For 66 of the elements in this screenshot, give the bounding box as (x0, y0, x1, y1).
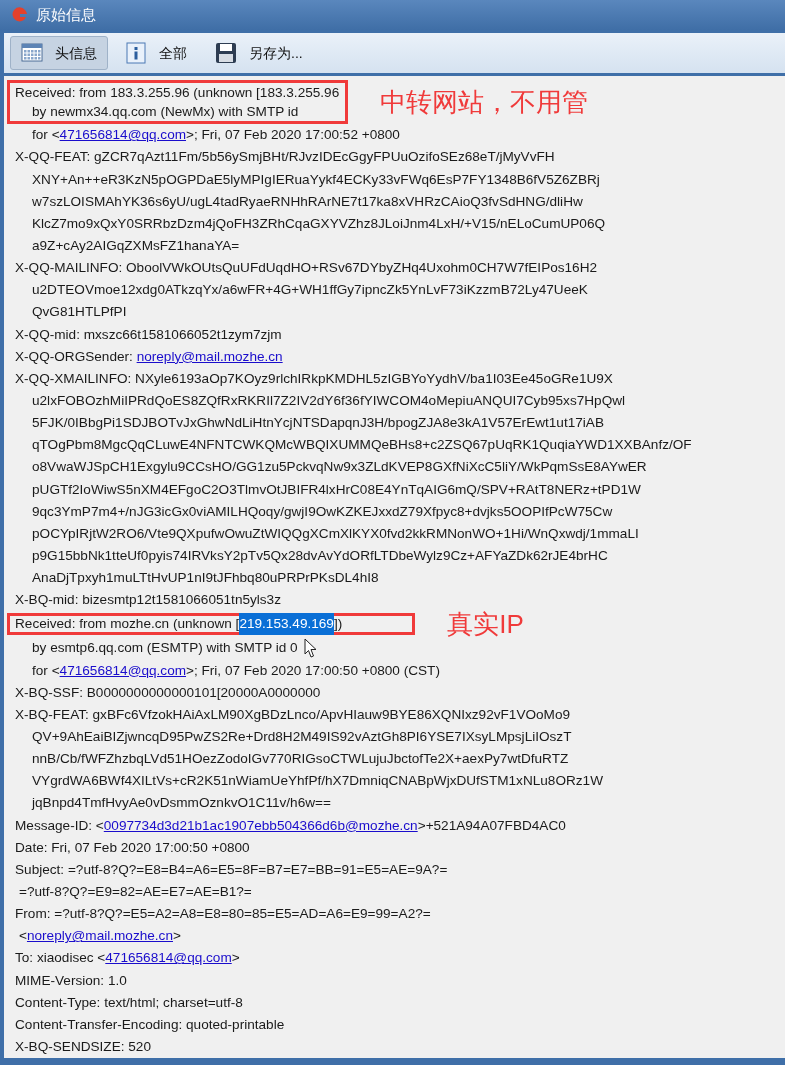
header-text: AnaDjTpxyh1muLTtHvUP1nI9tJFhbq80uPRPrPKsDL4hI8 (32, 569, 379, 588)
header-text: QvG81HTLPfPI (32, 303, 127, 322)
header-text: pOCYpIRjtW2RO6/Vte9QXpufwOwuZtWIQQgXCmXlKYX0fvd2kkRMNonWO+1Hi/WnQxwdj/1mmaLI (32, 524, 639, 543)
toolbar-button[interactable]: 头信息 (10, 36, 108, 71)
header-text: by esmtp6.qq.com (ESMTP) with SMTP id 0 (32, 639, 298, 658)
email-link[interactable]: 471656814@qq.com (105, 947, 232, 970)
header-text: >; Fri, 07 Feb 2020 17:00:52 +0800 (186, 126, 400, 145)
header-text: X-BQ-SSF: B0000000000000101[20000A0000000 (15, 683, 321, 702)
annotation-text: 中转网站，不用管 (380, 89, 589, 116)
header-text: p9G15bbNk1tteUf0pyis74IRVksY2pTv5Qx28dvAvYdORfLTDbeWylz9Cz+AFYaZDk62rJE4brHC (32, 546, 608, 565)
header-text: nnB/Cb/fWFZhzbqLVd51HOezZodoIGv770RIGsoCTWLujuJbctofTe2X+aexPy7wtDfuRTZ (32, 750, 569, 769)
header-text: >+521A94A07FBD4AC0 (417, 816, 566, 835)
header-text: 9qc3YmP7m4+/nJG3icGx0viAMILHQoqy/gwjI9OwKZKEJxxdZ79Xfpyc8+dvjks5OOPIfPcW75Cw (32, 502, 613, 521)
header-text: u2DTEOVmoe12xdg0ATkzqYx/a6wFR+4G+WH1ffGy7ipncZk5YnLvF73iKzzmB72Ly47UeeK (32, 281, 588, 300)
email-link[interactable]: noreply@mail.mozhe.cn (26, 925, 173, 948)
header-text: by newmx34.qq.com (NewMx) with SMTP id (32, 102, 299, 121)
header-text: Date: Fri, 07 Feb 2020 17:00:50 +0800 (15, 838, 250, 857)
header-text: Content-Type: text/html; charset=utf-8 (15, 993, 243, 1012)
header-text: Received: from mozhe.cn (unknown [ (15, 615, 240, 634)
header-text: pUGTf2IoWiwS5nXM4EFgoC2O3TlmvOtJBIFR4lxHrC08E4YnTqAIG6mQ/SPV+RAtT8NERz+tPD1W (32, 480, 641, 499)
header-text: X-QQ-mid: mxszc66t1581066052t1zym7zjm (15, 325, 282, 344)
header-text: u2lxFOBOzhMiIPRdQoES8ZQfRxRKRIl7Z2IV2dY6f36fYIWCOM4oMepiuANQUI7Cyb95xs7HpQwl (32, 392, 626, 410)
header-text: jqBnpd4TmfHvyAe0vDsmmOznkvO1C11v/h6w== (32, 794, 331, 813)
header-text: Message-ID: < (15, 816, 104, 835)
header-text: for < (32, 126, 60, 145)
header-text: Subject: =?utf-8?Q?=E8=B4=A6=E5=8F=B7=E7=BB=91=E5=AE=9A?= (15, 860, 448, 879)
header-text: a9Z+cAy2AIGqZXMsFZ1hanaYA= (32, 237, 240, 255)
header-text: VYgrdWA6BWf4XILtVs+cR2K51nWiamUeYhfPf/hX7DmniqCNABpWjxDUfSTM1xNLu8ORz1W (32, 772, 603, 791)
header-text: < (19, 927, 27, 946)
header-text: X-BQ-mid: bizesmtp12t1581066051tn5yls3z (15, 591, 281, 610)
header-text: =?utf-8?Q?=E9=82=AE=E7=AE=B1?= (19, 882, 252, 901)
header-text: X-BQ-SENDSIZE: 520 (15, 1037, 151, 1056)
selected-text: 219.153.49.169 (239, 613, 334, 636)
annotation-text: 真实IP (447, 611, 524, 638)
email-link[interactable]: 0097734d3d21b1ac1907ebb504366d6b@mozhe.cn (103, 814, 418, 837)
header-text: ]) (333, 615, 343, 634)
header-text: X-QQ-FEAT: gZCR7qAzt11Fm/5b56ySmjBHt/RJvzIDEcGgyFPUuOzifoSEz68eT/jMyVvFH (15, 148, 555, 167)
email-link[interactable]: 471656814@qq.com (59, 659, 186, 682)
header-text: To: xiaodisec < (15, 949, 106, 968)
header-text: for < (32, 661, 60, 680)
header-text: KlcZ7mo9xQxY0SRRbzDzm4jQoFH3ZRhCqaGXYVZhz8JLoiJnm4LxH/+V15/nELoCumUP06Q (32, 214, 606, 233)
header-text: >; Fri, 07 Feb 2020 17:00:50 +0800 (CST) (186, 661, 440, 680)
header-text: X-QQ-XMAILINFO: NXyle6193aOp7KOyz9rlchIRkpKMDHL5zIGBYoYydhV/ba1I03Ee45oGRe1U9X (15, 369, 613, 388)
save-icon (215, 42, 237, 65)
header-text: Received: from 183.3.255.96 (unknown [183.3.255.96 (15, 83, 340, 102)
info-icon (125, 42, 147, 65)
email-link[interactable]: 471656814@qq.com (59, 124, 186, 147)
header-text: Content-Transfer-Encoding: quoted-printable (15, 1015, 285, 1034)
header-text: o8VwaWJSpCH1Exgylu9CCsHO/GG1zu5PckvqNw9x3ZLdKVEP8GXfNiXcC5liY/WkPqmSsE8AYwER (32, 458, 647, 477)
header-text: > (231, 949, 240, 968)
toolbar-button[interactable]: 另存为... (204, 36, 314, 71)
header-text: > (173, 927, 181, 946)
header-text: w7szLOISMAhYK36s6yU/ugL4tadRyaeRNHhRArNE7t17ka8xVHRzCAioQ3fvSdHNG/dliHw (32, 192, 583, 211)
header-text: From: =?utf-8?Q?=E5=A2=A8=E8=80=85=E5=AD=A6=E9=99=A2?= (15, 905, 431, 924)
header-text: QV+9AhEaiBIZjwncqD95PwZS2Re+Drd8H2M49IS92vAztGh8PI6YSE7IXsyLMpsjLiIOszT (32, 727, 572, 746)
email-link[interactable]: noreply@mail.mozhe.cn (136, 345, 283, 368)
toolbar-button[interactable]: 全部 (114, 36, 198, 71)
grid-icon (21, 42, 43, 65)
header-text: X-BQ-FEAT: gxBFc6VfzokHAiAxLM90XgBDzLnco/ApvHIauw9BYE86XQNIxz92vF1VOoMo9 (15, 705, 571, 724)
header-text: 5FJK/0IBbgPi1SDJBOTvJxGhwNdLiHtnYcjNTSDapqnJ3H/bpogZJA8e3kA1V57ErEwt1ut17iAB (32, 414, 604, 433)
window-title: 原始信息 (36, 4, 96, 25)
header-text: qTOgPbm8MgcQqCLuwE4NFNTCWKQMcWBQIXUMMQeBHs8+c2ZSQ67pUqRK1QuqiaYWD1XXBAnfz/OF (32, 436, 692, 455)
header-text: X-QQ-MAILINFO: OboolVWkOUtsQuUFdUqdHO+RSv67DYbyZHq4Uxohm0CH7W7fEIPos16H2 (15, 259, 598, 278)
header-text: MIME-Version: 1.0 (15, 971, 127, 990)
header-text: XNY+An++eR3KzN5pOGPDaE5lyMPIgIERuaYykf4ECKy33vFWq6EsP7FY1348B6fV5Z6ZBRj (32, 170, 600, 189)
header-text: X-QQ-ORGSender: (15, 347, 134, 366)
